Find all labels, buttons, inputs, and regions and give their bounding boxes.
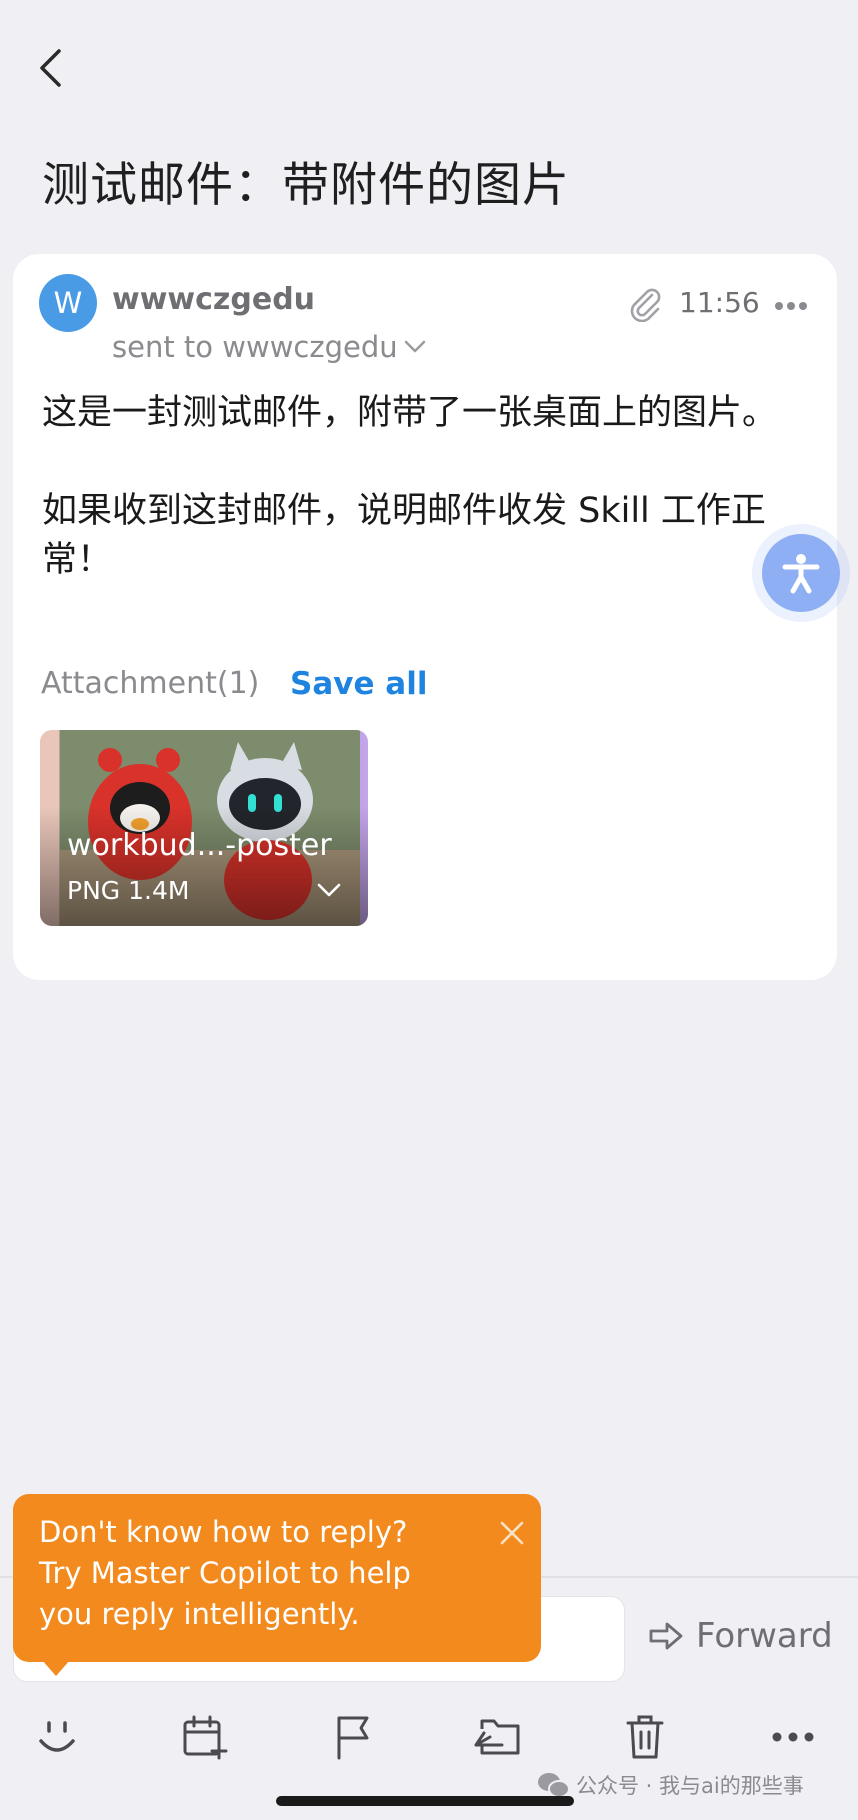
attachment-name: workbud...-poster — [67, 828, 332, 863]
calendar-add-icon — [183, 1715, 228, 1760]
attachment-meta: PNG 1.4M — [67, 876, 190, 905]
tooltip-pointer — [42, 1660, 70, 1676]
chevron-down-icon — [404, 340, 425, 353]
chevron-left-icon — [40, 49, 61, 87]
move-to-folder-button[interactable] — [470, 1710, 524, 1764]
avatar[interactable]: W — [39, 274, 97, 332]
chevron-down-icon[interactable] — [316, 880, 342, 900]
watermark-text: 公众号 · 我与ai的那些事 — [576, 1774, 804, 1798]
trash-icon — [626, 1715, 664, 1759]
tooltip-text: Don't know how to reply? Try Master Copi… — [39, 1515, 411, 1631]
accessibility-button[interactable] — [762, 534, 840, 612]
attachment-count: Attachment(1) — [41, 666, 260, 701]
email-subject: 测试邮件：带附件的图片 — [42, 158, 570, 213]
delete-button[interactable] — [618, 1710, 672, 1764]
email-time: 11:56 — [679, 286, 760, 319]
email-card: W wwwczgedu sent to wwwczgedu 11:56 这是一封… — [13, 254, 837, 980]
close-icon[interactable] — [499, 1520, 525, 1546]
email-body: 这是一封测试邮件，附带了一张桌面上的图片。 如果收到这封邮件，说明邮件收发 Sk… — [42, 393, 778, 580]
recipient-toggle[interactable]: sent to wwwczgedu — [112, 330, 426, 364]
flag-icon — [337, 1716, 369, 1760]
wechat-icon — [538, 1773, 570, 1798]
sender-name[interactable]: wwwczgedu — [112, 282, 315, 317]
thumbnail-overlay — [40, 806, 368, 926]
flag-button[interactable] — [326, 1710, 380, 1764]
copilot-tooltip[interactable]: Don't know how to reply? Try Master Copi… — [13, 1494, 541, 1662]
attachment-thumbnail[interactable]: workbud...-poster PNG 1.4M — [40, 730, 368, 926]
more-actions-button[interactable] — [766, 1710, 820, 1764]
forward-arrow-icon — [649, 1622, 683, 1650]
forward-label: Forward — [696, 1616, 833, 1656]
watermark: 公众号 · 我与ai的那些事 — [536, 1770, 804, 1800]
back-button[interactable] — [30, 40, 70, 96]
recipient-text: sent to wwwczgedu — [112, 330, 398, 364]
more-options-icon[interactable] — [771, 294, 811, 318]
add-to-calendar-button[interactable] — [178, 1710, 232, 1764]
emoji-button[interactable] — [30, 1710, 84, 1764]
forward-button[interactable]: Forward — [648, 1616, 833, 1656]
bottom-toolbar — [0, 1710, 858, 1764]
move-folder-icon — [474, 1719, 520, 1755]
accessibility-icon — [782, 554, 820, 594]
home-indicator[interactable] — [276, 1796, 574, 1806]
more-icon — [772, 1732, 814, 1742]
save-all-button[interactable]: Save all — [290, 666, 427, 702]
emoji-icon — [39, 1721, 75, 1752]
paperclip-icon — [630, 288, 661, 322]
